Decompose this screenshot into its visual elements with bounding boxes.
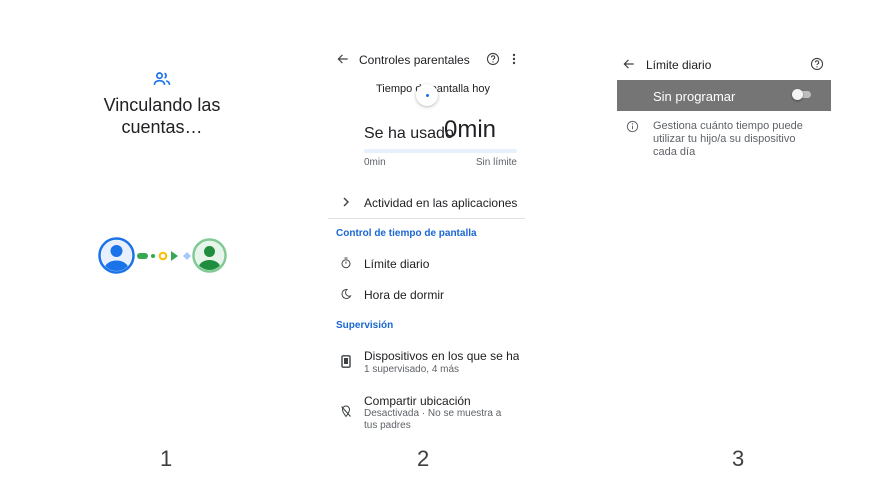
page-title: Controles parentales (359, 53, 470, 67)
used-label: Se ha usado (364, 125, 454, 142)
location-off-icon (340, 405, 352, 418)
back-arrow-icon[interactable] (622, 57, 636, 71)
parent-avatar (98, 237, 135, 279)
timer-icon (340, 257, 352, 269)
used-value: 0min (444, 116, 497, 143)
section-header-screen-time: Control de tiempo de pantalla (336, 228, 477, 239)
step-number-2: 2 (417, 446, 430, 471)
usage-progress-bar (364, 149, 517, 153)
app-activity-row[interactable]: Actividad en las aplicaciones (364, 196, 517, 210)
devices-row[interactable]: Dispositivos en los que se ha.. (364, 349, 519, 363)
link-accounts-icon (152, 69, 172, 89)
daily-limit-row[interactable]: Límite diario (364, 257, 429, 271)
progress-max-label: Sin límite (475, 157, 517, 168)
devices-row-subtitle: 1 supervisado, 4 más (364, 364, 460, 375)
schedule-label: Sin programar (653, 89, 736, 104)
loading-spinner (416, 84, 438, 106)
back-arrow-icon[interactable] (336, 52, 350, 66)
phone-icon (341, 355, 351, 368)
schedule-toggle-switch[interactable] (792, 89, 803, 100)
help-icon[interactable] (486, 52, 500, 66)
bedtime-row[interactable]: Hora de dormir (364, 288, 444, 302)
section-header-supervision: Supervisión (336, 320, 394, 331)
progress-min-label: 0min (364, 157, 386, 168)
daily-limit-description: Gestiona cuánto tiempo puede utilizar tu… (653, 120, 803, 158)
help-icon[interactable] (810, 57, 824, 71)
moon-icon (340, 288, 352, 300)
chevron-right-icon (342, 197, 350, 207)
step-number-3: 3 (732, 446, 745, 471)
share-location-subtitle: Desactivada · No se muestra a tus padres (364, 408, 502, 431)
linking-chain (137, 248, 193, 269)
info-icon (626, 120, 639, 133)
page-title: Límite diario (646, 58, 712, 72)
more-vert-icon[interactable] (508, 52, 520, 66)
child-avatar (192, 238, 227, 278)
step-number-1: 1 (160, 446, 173, 471)
divider (328, 218, 525, 219)
share-location-row[interactable]: Compartir ubicación (364, 394, 471, 408)
linking-title: Vinculando las cuentas… (103, 95, 221, 137)
